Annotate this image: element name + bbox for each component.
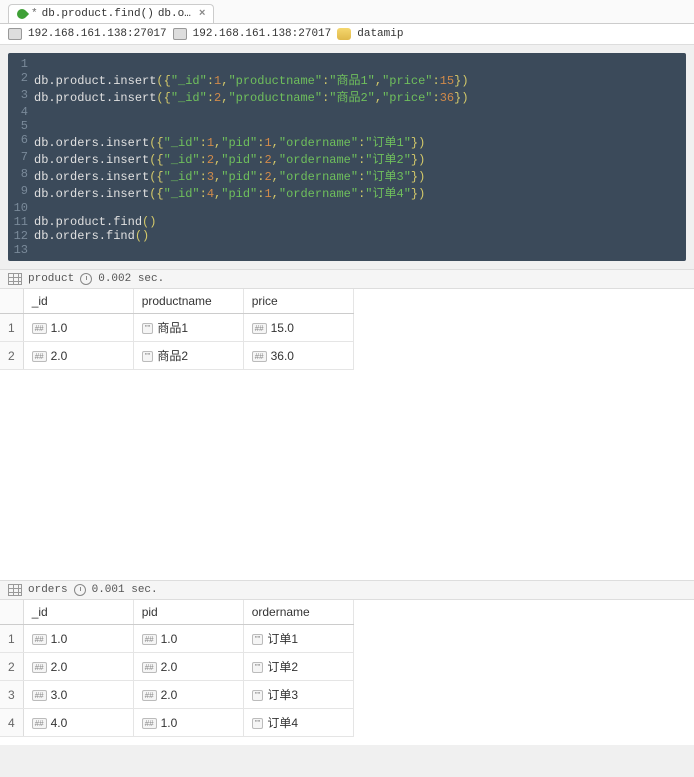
- number-type-icon: ##: [32, 323, 47, 334]
- table-cell[interactable]: ##1.0: [23, 314, 133, 342]
- number-type-icon: ##: [142, 634, 157, 645]
- table-row[interactable]: 1##1.0##1.0""订单1: [0, 625, 353, 653]
- code-line[interactable]: 10: [8, 201, 686, 215]
- server-icon: [173, 28, 187, 40]
- close-icon[interactable]: ×: [199, 8, 206, 20]
- code-line[interactable]: 12db.orders.find(): [8, 229, 686, 243]
- column-header[interactable]: _id: [23, 289, 133, 314]
- tab-title: db.product.find(): [42, 8, 154, 20]
- string-type-icon: "": [252, 690, 264, 701]
- code-line[interactable]: 1: [8, 57, 686, 71]
- result-table-orders[interactable]: _idpidordername1##1.0##1.0""订单12##2.0##2…: [0, 600, 354, 737]
- number-type-icon: ##: [142, 718, 157, 729]
- code-line[interactable]: 7db.orders.insert({"_id":2,"pid":2,"orde…: [8, 150, 686, 167]
- result-collection-name: orders: [28, 584, 68, 596]
- server-host-1[interactable]: 192.168.161.138:27017: [28, 28, 167, 40]
- table-cell[interactable]: ##36.0: [243, 342, 353, 370]
- table-row[interactable]: 1##1.0""商品1##15.0: [0, 314, 353, 342]
- string-type-icon: "": [252, 634, 264, 645]
- server-host-2[interactable]: 192.168.161.138:27017: [193, 28, 332, 40]
- table-cell[interactable]: ""商品2: [133, 342, 243, 370]
- code-line[interactable]: 13: [8, 243, 686, 257]
- editor-tabs: * db.product.find() db.o… ×: [0, 0, 694, 24]
- column-header[interactable]: pid: [133, 600, 243, 625]
- string-type-icon: "": [252, 662, 264, 673]
- number-type-icon: ##: [32, 690, 47, 701]
- number-type-icon: ##: [142, 690, 157, 701]
- table-cell[interactable]: ""订单2: [243, 653, 353, 681]
- grid-icon: [8, 584, 22, 596]
- code-line[interactable]: 5: [8, 119, 686, 133]
- table-cell[interactable]: ##2.0: [133, 681, 243, 709]
- table-row[interactable]: 2##2.0""商品2##36.0: [0, 342, 353, 370]
- table-cell[interactable]: ""商品1: [133, 314, 243, 342]
- table-cell[interactable]: ##2.0: [133, 653, 243, 681]
- code-line[interactable]: 9db.orders.insert({"_id":4,"pid":1,"orde…: [8, 184, 686, 201]
- code-line[interactable]: 4: [8, 105, 686, 119]
- code-editor[interactable]: 12db.product.insert({"_id":1,"productnam…: [8, 53, 686, 261]
- result-collection-name: product: [28, 273, 74, 285]
- table-cell[interactable]: ##1.0: [133, 625, 243, 653]
- column-header[interactable]: productname: [133, 289, 243, 314]
- table-row[interactable]: 3##3.0##2.0""订单3: [0, 681, 353, 709]
- code-line[interactable]: 8db.orders.insert({"_id":3,"pid":2,"orde…: [8, 167, 686, 184]
- result-exec-time: 0.002 sec.: [98, 273, 164, 285]
- tab-title-secondary: db.o…: [158, 8, 191, 20]
- number-type-icon: ##: [252, 351, 267, 362]
- number-type-icon: ##: [32, 718, 47, 729]
- result-panel-product: product 0.002 sec. _idproductnameprice1#…: [0, 269, 694, 580]
- table-cell[interactable]: ##15.0: [243, 314, 353, 342]
- table-cell[interactable]: ""订单1: [243, 625, 353, 653]
- table-cell[interactable]: ##3.0: [23, 681, 133, 709]
- code-line[interactable]: 6db.orders.insert({"_id":1,"pid":1,"orde…: [8, 133, 686, 150]
- string-type-icon: "": [142, 323, 154, 334]
- code-line[interactable]: 2db.product.insert({"_id":1,"productname…: [8, 71, 686, 88]
- number-type-icon: ##: [142, 662, 157, 673]
- column-header[interactable]: price: [243, 289, 353, 314]
- grid-icon: [8, 273, 22, 285]
- table-cell[interactable]: ""订单3: [243, 681, 353, 709]
- connection-breadcrumb: 192.168.161.138:27017 192.168.161.138:27…: [0, 24, 694, 45]
- result-table-product[interactable]: _idproductnameprice1##1.0""商品1##15.02##2…: [0, 289, 354, 370]
- number-type-icon: ##: [32, 662, 47, 673]
- tab-modified-indicator: *: [31, 8, 38, 20]
- table-cell[interactable]: ##1.0: [23, 625, 133, 653]
- table-cell[interactable]: ##4.0: [23, 709, 133, 737]
- tab-query-product[interactable]: * db.product.find() db.o… ×: [8, 4, 214, 23]
- table-cell[interactable]: ##2.0: [23, 342, 133, 370]
- result-header-product: product 0.002 sec.: [0, 269, 694, 289]
- result-exec-time: 0.001 sec.: [92, 584, 158, 596]
- number-type-icon: ##: [252, 323, 267, 334]
- table-row[interactable]: 4##4.0##1.0""订单4: [0, 709, 353, 737]
- number-type-icon: ##: [32, 351, 47, 362]
- string-type-icon: "": [142, 351, 154, 362]
- table-row[interactable]: 2##2.0##2.0""订单2: [0, 653, 353, 681]
- result-panel-orders: orders 0.001 sec. _idpidordername1##1.0#…: [0, 580, 694, 745]
- mongodb-leaf-icon: [15, 7, 29, 21]
- database-name[interactable]: datamip: [357, 28, 403, 40]
- result-header-orders: orders 0.001 sec.: [0, 580, 694, 600]
- number-type-icon: ##: [32, 634, 47, 645]
- column-header[interactable]: ordername: [243, 600, 353, 625]
- empty-area: [0, 737, 694, 745]
- table-cell[interactable]: ""订单4: [243, 709, 353, 737]
- clock-icon: [80, 273, 92, 285]
- server-icon: [8, 28, 22, 40]
- code-line[interactable]: 3db.product.insert({"_id":2,"productname…: [8, 88, 686, 105]
- code-line[interactable]: 11db.product.find(): [8, 215, 686, 229]
- table-cell[interactable]: ##2.0: [23, 653, 133, 681]
- empty-area: [0, 370, 694, 580]
- table-cell[interactable]: ##1.0: [133, 709, 243, 737]
- database-icon: [337, 28, 351, 40]
- column-header[interactable]: _id: [23, 600, 133, 625]
- string-type-icon: "": [252, 718, 264, 729]
- clock-icon: [74, 584, 86, 596]
